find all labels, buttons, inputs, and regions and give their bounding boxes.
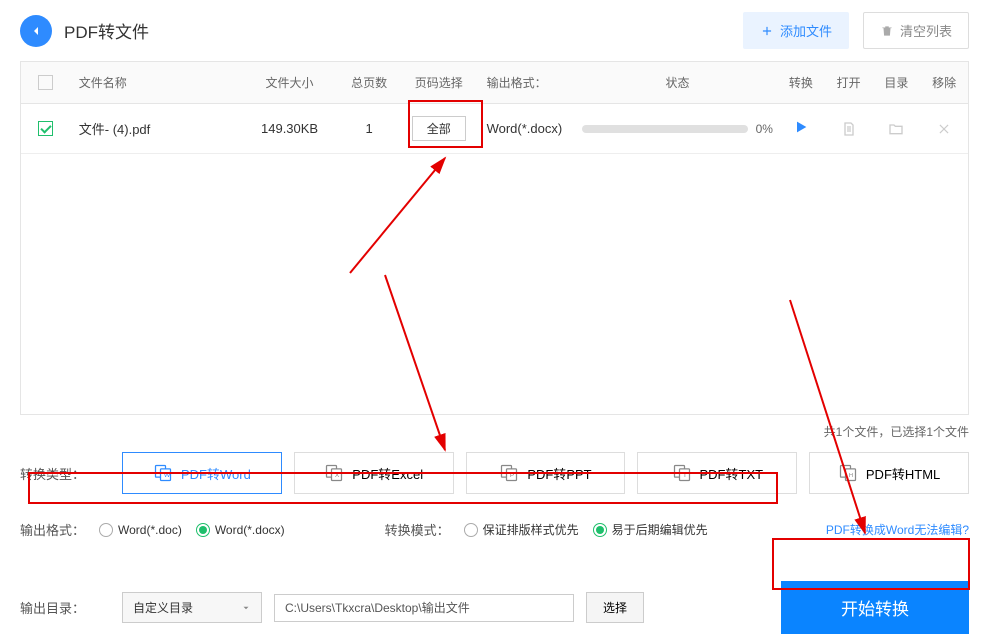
conversion-label: 转换类型： [20, 464, 110, 483]
type-label: PDF转Excel [352, 464, 423, 483]
td-name: 文件- (4).pdf [71, 107, 240, 150]
td-status: 0% [578, 110, 777, 148]
th-page-select: 页码选择 [399, 62, 479, 103]
header-checkbox[interactable] [38, 75, 53, 90]
th-status: 状态 [578, 62, 777, 103]
clear-list-label: 清空列表 [900, 21, 952, 40]
select-value: 自定义目录 [133, 599, 193, 616]
type-pdf-to-word[interactable]: W PDF转Word [122, 452, 282, 494]
td-dir[interactable] [872, 108, 920, 150]
arrow-left-icon [28, 23, 44, 39]
row-checkbox[interactable] [38, 121, 53, 136]
play-icon[interactable] [793, 119, 809, 138]
output-path-input[interactable] [274, 594, 574, 622]
td-size: 149.30KB [240, 109, 339, 148]
table-header: 文件名称 文件大小 总页数 页码选择 输出格式： 状态 转换 打开 目录 移除 [21, 62, 968, 104]
ppt-icon: P [499, 463, 519, 483]
svg-text:W: W [164, 472, 171, 479]
td-pages: 1 [339, 109, 399, 148]
close-icon[interactable] [935, 120, 953, 138]
word-icon: W [153, 463, 173, 483]
type-pdf-to-excel[interactable]: X PDF转Excel [294, 452, 454, 494]
start-convert-button[interactable]: 开始转换 [781, 581, 969, 634]
type-pdf-to-txt[interactable]: T PDF转TXT [637, 452, 797, 494]
page-select-box[interactable]: 全部 [412, 116, 466, 141]
page-title: PDF转文件 [64, 18, 149, 43]
th-check[interactable] [21, 62, 71, 103]
th-pages: 总页数 [339, 62, 399, 103]
progress-bar [582, 125, 748, 133]
document-icon[interactable] [840, 120, 858, 138]
help-link[interactable]: PDF转换成Word无法编辑? [826, 521, 969, 538]
output-format-label: 输出格式： [20, 520, 85, 539]
options-row: 输出格式： Word(*.doc) Word(*.docx) 转换模式： 保证排… [0, 508, 989, 551]
type-pdf-to-html[interactable]: H PDF转HTML [809, 452, 969, 494]
td-open[interactable] [825, 108, 873, 150]
html-icon: H [838, 463, 858, 483]
svg-text:P: P [510, 472, 515, 479]
radio-circle [464, 523, 478, 537]
td-remove[interactable] [920, 108, 968, 150]
output-dir-label: 输出目录： [20, 598, 110, 617]
file-table: 文件名称 文件大小 总页数 页码选择 输出格式： 状态 转换 打开 目录 移除 … [20, 61, 969, 415]
th-convert: 转换 [777, 62, 825, 103]
trash-icon [880, 24, 894, 38]
header-left: PDF转文件 [20, 15, 149, 47]
back-button[interactable] [20, 15, 52, 47]
th-open: 打开 [825, 62, 873, 103]
radio-label: Word(*.doc) [118, 523, 182, 537]
th-dir: 目录 [872, 62, 920, 103]
radio-circle [99, 523, 113, 537]
add-file-button[interactable]: 添加文件 [743, 12, 849, 49]
output-row: 输出目录： 自定义目录 选择 开始转换 [0, 571, 989, 644]
radio-circle [593, 523, 607, 537]
radio-edit-first[interactable]: 易于后期编辑优先 [593, 521, 708, 538]
td-check[interactable] [21, 109, 71, 148]
td-output-format: Word(*.docx) [479, 109, 578, 148]
th-name: 文件名称 [71, 62, 240, 103]
svg-text:X: X [335, 472, 340, 479]
radio-circle [196, 523, 210, 537]
excel-icon: X [324, 463, 344, 483]
radio-layout-first[interactable]: 保证排版样式优先 [464, 521, 579, 538]
th-output-format: 输出格式： [479, 62, 578, 103]
convert-mode-label: 转换模式： [385, 520, 450, 539]
type-label: PDF转TXT [700, 464, 764, 483]
output-format-group: 输出格式： Word(*.doc) Word(*.docx) [20, 520, 285, 539]
clear-list-button[interactable]: 清空列表 [863, 12, 969, 49]
header: PDF转文件 添加文件 清空列表 [0, 0, 989, 61]
add-file-label: 添加文件 [780, 21, 832, 40]
plus-icon [760, 24, 774, 38]
svg-text:H: H [849, 473, 853, 479]
conversion-types: 转换类型： W PDF转Word X PDF转Excel P PDF转PPT T… [0, 448, 989, 498]
header-right: 添加文件 清空列表 [743, 12, 969, 49]
type-label: PDF转PPT [527, 464, 591, 483]
convert-mode-group: 转换模式： 保证排版样式优先 易于后期编辑优先 [385, 520, 708, 539]
summary: 共1个文件，已选择1个文件 [0, 415, 989, 448]
svg-text:T: T [682, 472, 686, 479]
type-label: PDF转Word [181, 464, 251, 483]
td-page-select: 全部 [399, 104, 479, 153]
txt-icon: T [672, 463, 692, 483]
type-label: PDF转HTML [866, 464, 940, 483]
chevron-down-icon [241, 603, 251, 613]
radio-doc[interactable]: Word(*.doc) [99, 523, 182, 537]
td-convert[interactable] [777, 107, 825, 150]
progress-percent: 0% [756, 122, 773, 136]
radio-docx[interactable]: Word(*.docx) [196, 523, 285, 537]
radio-label: Word(*.docx) [215, 523, 285, 537]
progress-wrap: 0% [582, 122, 773, 136]
table-row: 文件- (4).pdf 149.30KB 1 全部 Word(*.docx) 0… [21, 104, 968, 154]
th-remove: 移除 [920, 62, 968, 103]
radio-label: 保证排版样式优先 [483, 521, 579, 538]
folder-icon[interactable] [887, 120, 905, 138]
radio-label: 易于后期编辑优先 [612, 521, 708, 538]
th-size: 文件大小 [240, 62, 339, 103]
empty-area [21, 154, 968, 414]
type-pdf-to-ppt[interactable]: P PDF转PPT [466, 452, 626, 494]
